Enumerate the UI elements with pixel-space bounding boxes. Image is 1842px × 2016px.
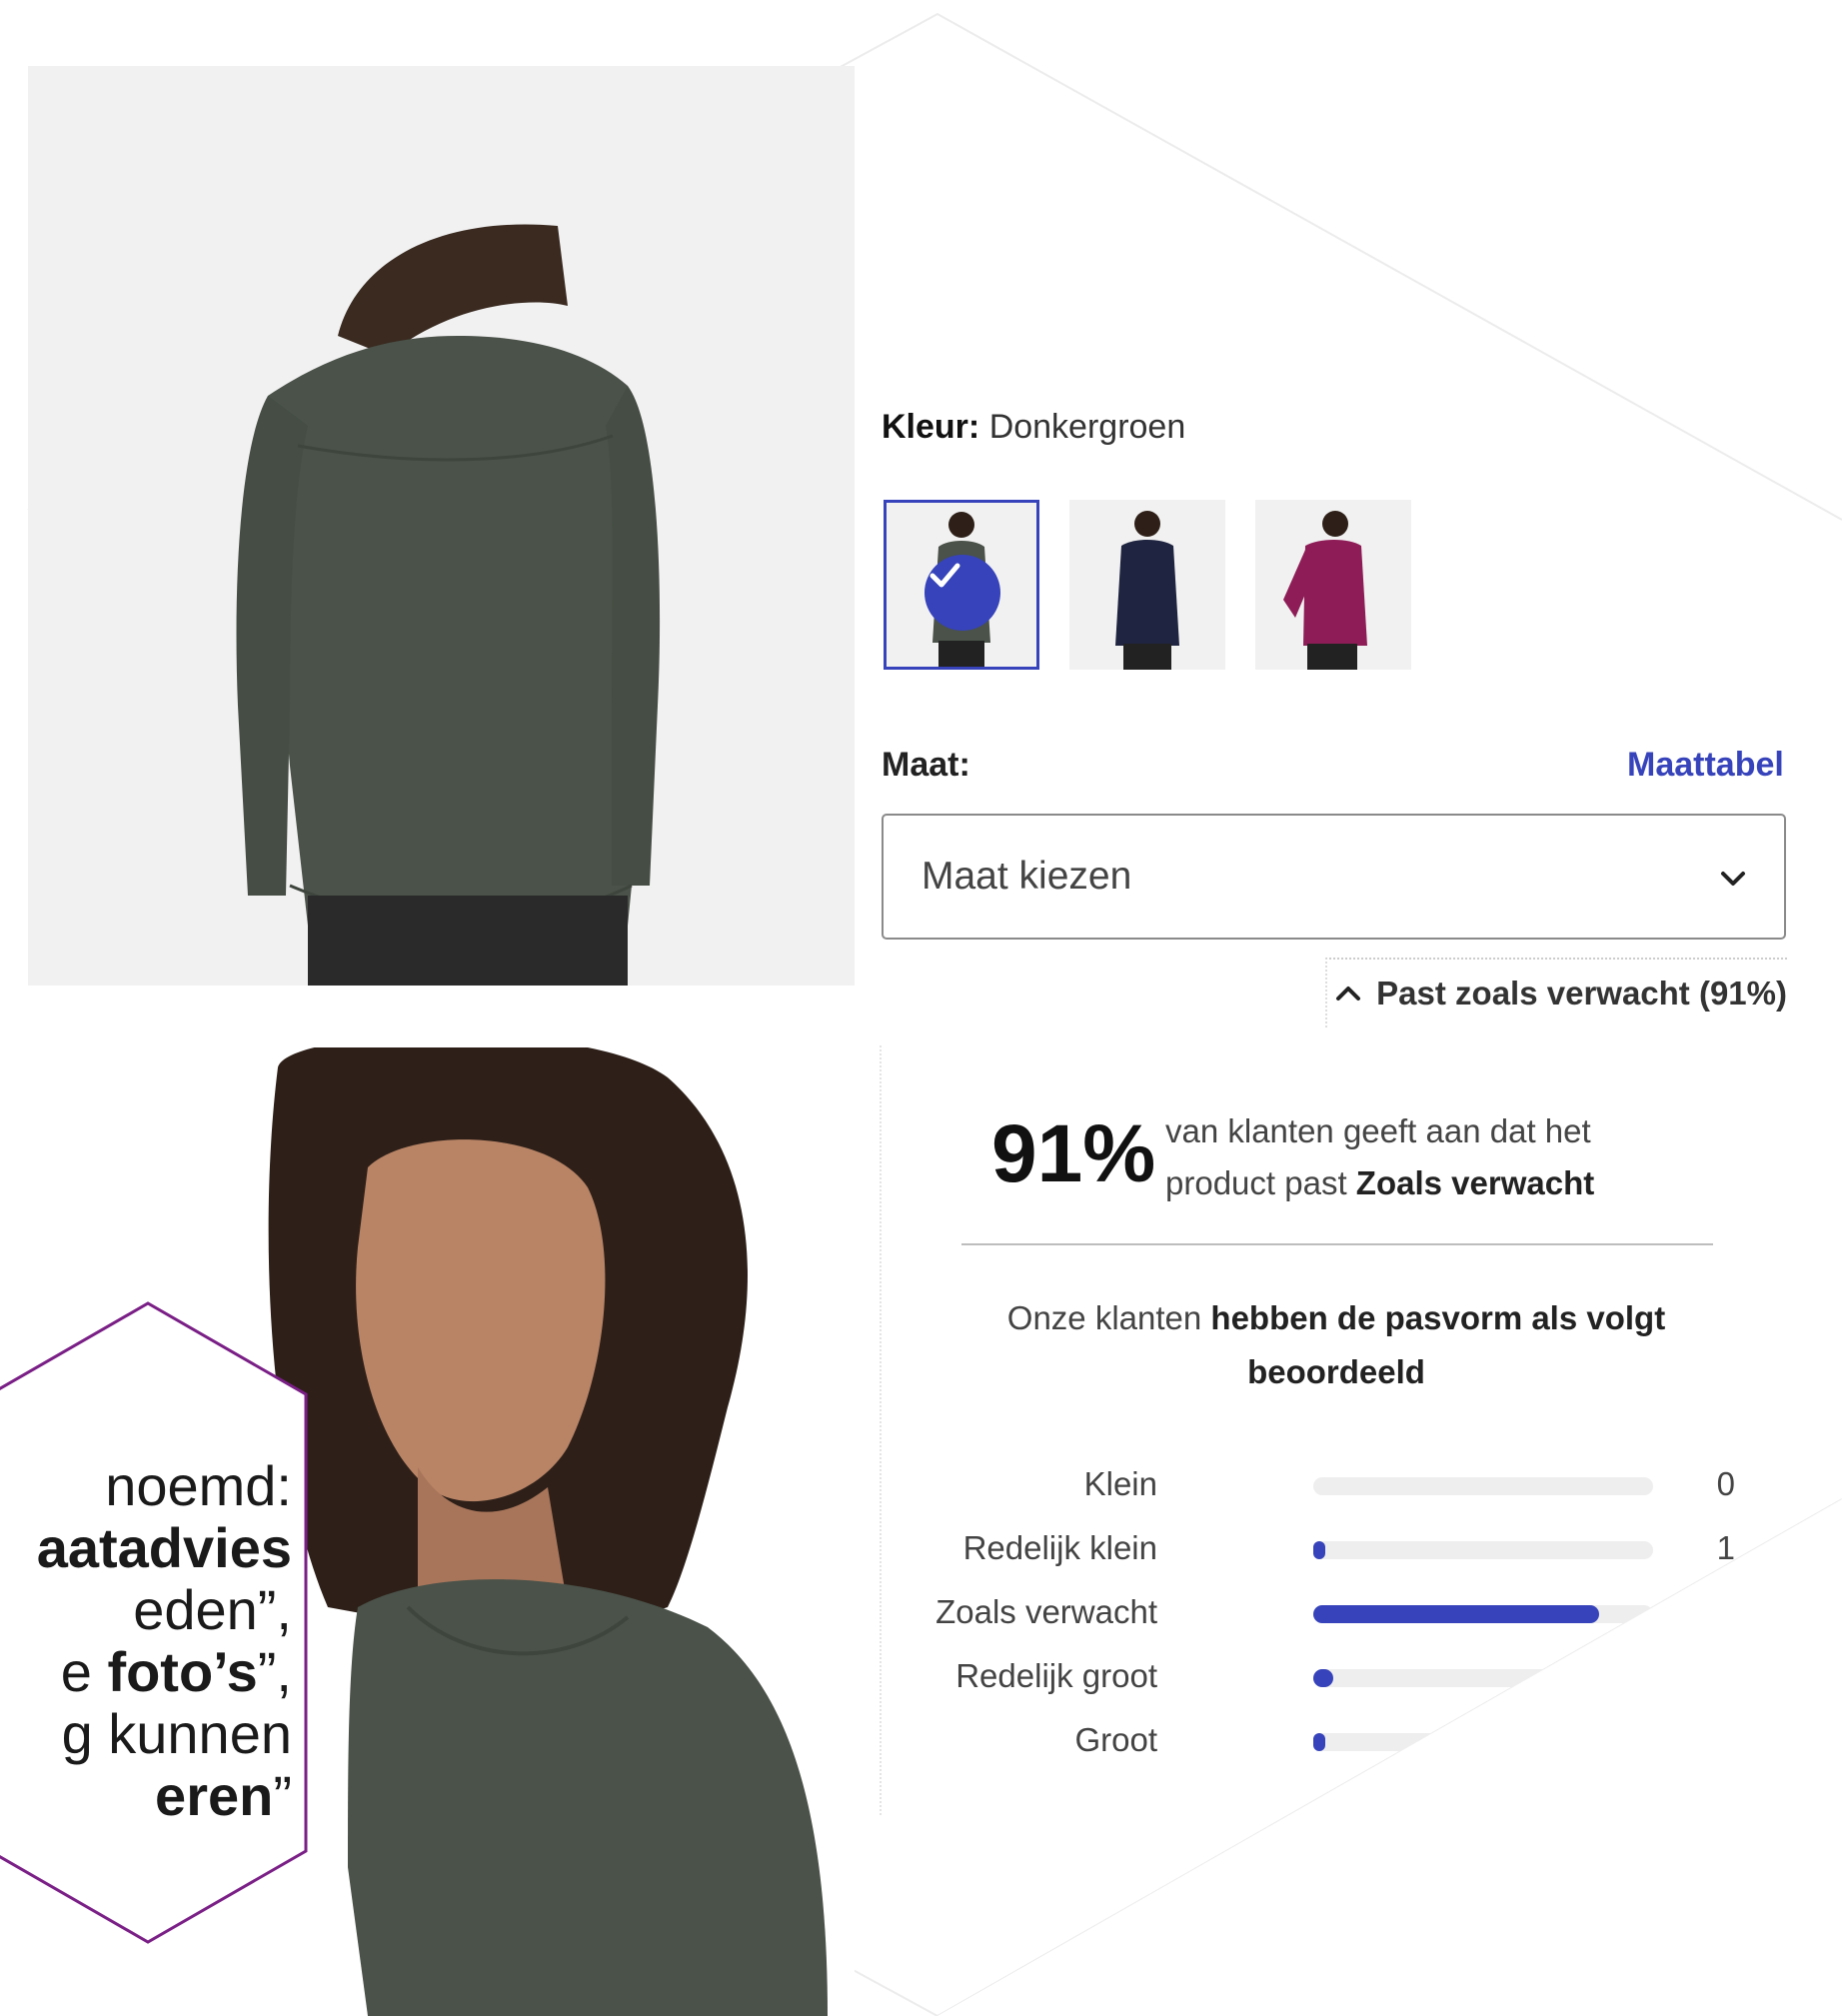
fit-rating-heading: Onze klanten hebben de pasvorm als volgt… [941, 1291, 1731, 1399]
fit-row-bar-fill [1313, 1605, 1599, 1623]
color-swatch-navy[interactable] [1069, 500, 1225, 670]
callout-line-bold: aatadvies [36, 1516, 292, 1579]
fit-row: Groot [882, 1721, 1789, 1761]
fit-row-bar-track [1313, 1477, 1653, 1495]
fit-row-bar-fill [1313, 1733, 1325, 1751]
fit-row-count: 0 [1716, 1465, 1735, 1502]
fit-row-label: Klein [1083, 1465, 1157, 1502]
back-view-illustration [28, 66, 855, 986]
fit-row: Redelijk klein 1 [882, 1529, 1789, 1569]
fit-row-bar-fill [1313, 1541, 1325, 1559]
fit-row-bar-track [1313, 1669, 1653, 1687]
chevron-up-icon [1336, 987, 1361, 1001]
color-swatch-purple[interactable] [1255, 500, 1411, 670]
fit-row-bar-track [1313, 1733, 1653, 1751]
color-value: Donkergroen [988, 408, 1186, 446]
size-chart-link[interactable]: Maattabel [1627, 746, 1784, 785]
fit-row: Redelijk groot [882, 1657, 1789, 1697]
callout-line: eden”, [133, 1578, 292, 1641]
color-selection-label: Kleur: Donkergroen [882, 408, 1185, 447]
fit-row-bar-track [1313, 1541, 1653, 1559]
fit-rating-heading-text: Onze klanten [1006, 1299, 1202, 1336]
fit-row-label: Redelijk klein [962, 1529, 1157, 1566]
chevron-down-icon [1721, 872, 1745, 886]
callout-line: ” [273, 1764, 292, 1827]
fit-summary-toggle[interactable]: Past zoals verwacht (91%) [1325, 958, 1787, 1027]
fit-row-count: 1 [1716, 1529, 1735, 1566]
fit-percent: 91% [991, 1108, 1156, 1199]
callout-line: noemd: [105, 1454, 292, 1517]
fit-description: van klanten geeft aan dat het product pa… [1165, 1105, 1645, 1209]
callout-line: e [60, 1640, 108, 1703]
size-label: Maat: [882, 746, 970, 784]
callout-line: ”, [257, 1640, 292, 1703]
callout-text: noemd: aatadvies eden”, e foto’s”, g kun… [0, 1455, 292, 1827]
selected-check-icon [924, 555, 1000, 631]
fit-description-bold: Zoals verwacht [1355, 1164, 1595, 1201]
color-swatch-donkergroen[interactable] [884, 500, 1039, 670]
swatch-model-image [1283, 511, 1367, 670]
fit-row-label: Zoals verwacht [935, 1593, 1157, 1630]
product-photo-back[interactable] [28, 66, 855, 986]
fit-row-bar-fill [1313, 1669, 1333, 1687]
fit-row: Klein 0 [882, 1465, 1789, 1505]
fit-rating-heading-bold: hebben de pasvorm als volgt beoordeeld [1210, 1299, 1666, 1390]
fit-row-label: Redelijk groot [955, 1657, 1157, 1694]
divider [961, 1243, 1713, 1245]
fit-panel: 91% van klanten geeft aan dat het produc… [880, 1045, 1787, 1815]
size-select[interactable]: Maat kiezen [882, 814, 1786, 940]
callout-line-bold: foto’s [107, 1640, 258, 1703]
callout-line-bold: eren [155, 1764, 274, 1827]
fit-row-bar-track [1313, 1605, 1653, 1623]
callout-line: g kunnen [61, 1702, 292, 1765]
fit-row-label: Groot [1074, 1721, 1157, 1758]
fit-toggle-label: Past zoals verwacht (91%) [1376, 975, 1787, 1011]
color-label: Kleur: [882, 408, 980, 446]
size-select-placeholder: Maat kiezen [921, 855, 1132, 898]
fit-row-count: 167 [1679, 1593, 1735, 1630]
fit-row: Zoals verwacht 167 [882, 1593, 1789, 1633]
swatch-model-image [1115, 511, 1179, 670]
